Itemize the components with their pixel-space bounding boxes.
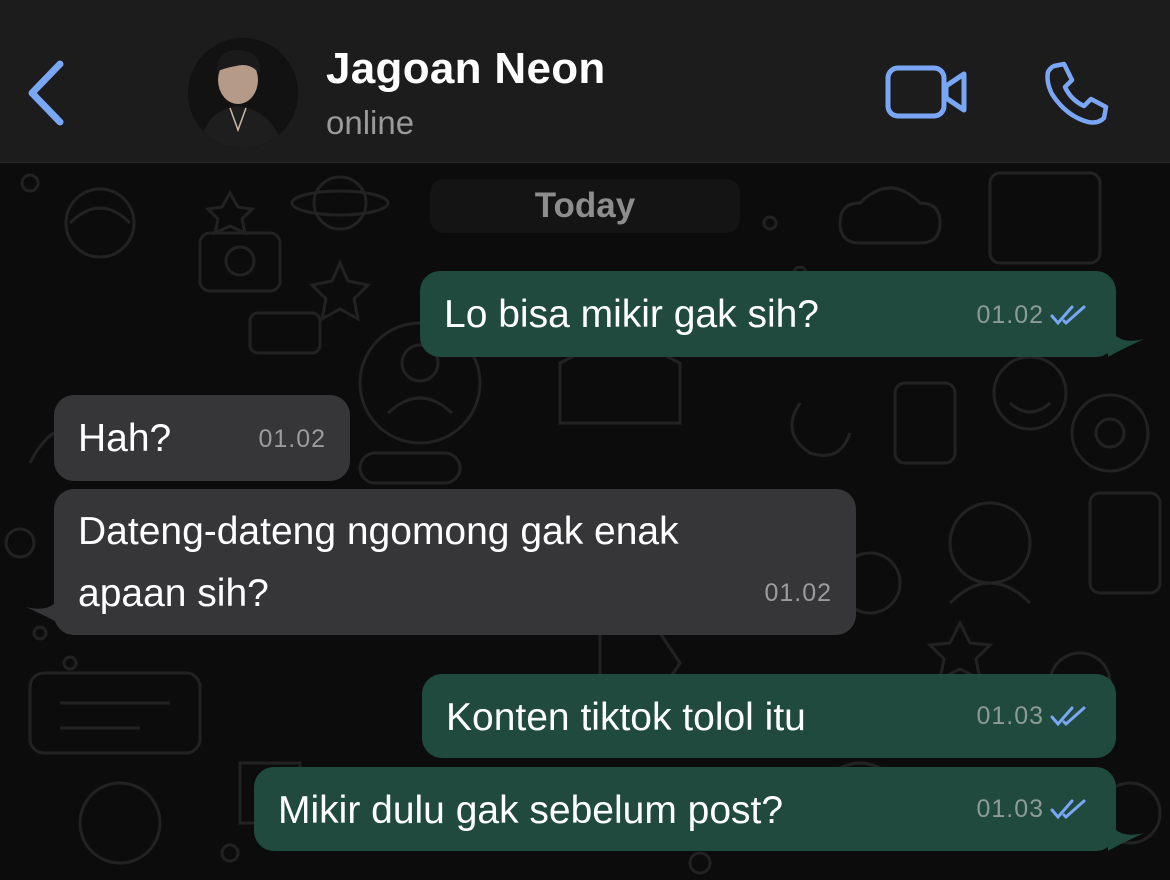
contact-name[interactable]: Jagoan Neon bbox=[326, 44, 606, 94]
bubble-tail bbox=[1108, 319, 1144, 357]
message-meta: 01.02 bbox=[976, 285, 1090, 345]
message-incoming[interactable]: Hah? 01.02 bbox=[54, 395, 350, 481]
message-text: Hah? bbox=[78, 417, 172, 460]
back-icon[interactable] bbox=[22, 58, 72, 128]
message-meta: 01.02 bbox=[764, 563, 832, 623]
double-check-icon bbox=[1050, 799, 1086, 820]
message-time: 01.03 bbox=[976, 702, 1044, 730]
message-text: Mikir dulu gak sebelum post? bbox=[278, 789, 784, 832]
date-separator: Today bbox=[430, 179, 740, 233]
message-text: Konten tiktok tolol itu bbox=[446, 696, 806, 739]
message-time: 01.02 bbox=[764, 579, 832, 607]
bubble-tail bbox=[26, 587, 62, 625]
message-time: 01.03 bbox=[976, 795, 1044, 823]
video-call-icon[interactable] bbox=[884, 62, 970, 122]
message-time: 01.02 bbox=[976, 301, 1044, 329]
chat-header: Jagoan Neon online bbox=[0, 0, 1170, 163]
contact-status: online bbox=[326, 104, 415, 141]
message-meta: 01.03 bbox=[976, 686, 1090, 746]
message-meta: 01.03 bbox=[976, 779, 1090, 839]
message-text: Lo bisa mikir gak sih? bbox=[444, 293, 819, 336]
message-time: 01.02 bbox=[258, 425, 326, 453]
chat-area[interactable]: Today Lo bisa mikir gak sih? 01.02 Hah? … bbox=[0, 163, 1170, 880]
bubble-tail bbox=[1108, 813, 1144, 851]
message-meta: 01.02 bbox=[258, 409, 326, 469]
message-text: Dateng-dateng ngomong gak enak apaan sih… bbox=[78, 501, 679, 625]
avatar[interactable] bbox=[188, 38, 298, 148]
phone-icon[interactable] bbox=[1040, 58, 1112, 128]
message-outgoing[interactable]: Konten tiktok tolol itu 01.03 bbox=[422, 674, 1116, 758]
message-outgoing[interactable]: Lo bisa mikir gak sih? 01.02 bbox=[420, 271, 1116, 357]
message-outgoing[interactable]: Mikir dulu gak sebelum post? 01.03 bbox=[254, 767, 1116, 851]
double-check-icon bbox=[1050, 305, 1086, 326]
double-check-icon bbox=[1050, 706, 1086, 727]
message-line: Dateng-dateng ngomong gak enak bbox=[78, 510, 679, 553]
message-incoming[interactable]: Dateng-dateng ngomong gak enak apaan sih… bbox=[54, 489, 856, 635]
message-line: apaan sih? bbox=[78, 572, 269, 615]
